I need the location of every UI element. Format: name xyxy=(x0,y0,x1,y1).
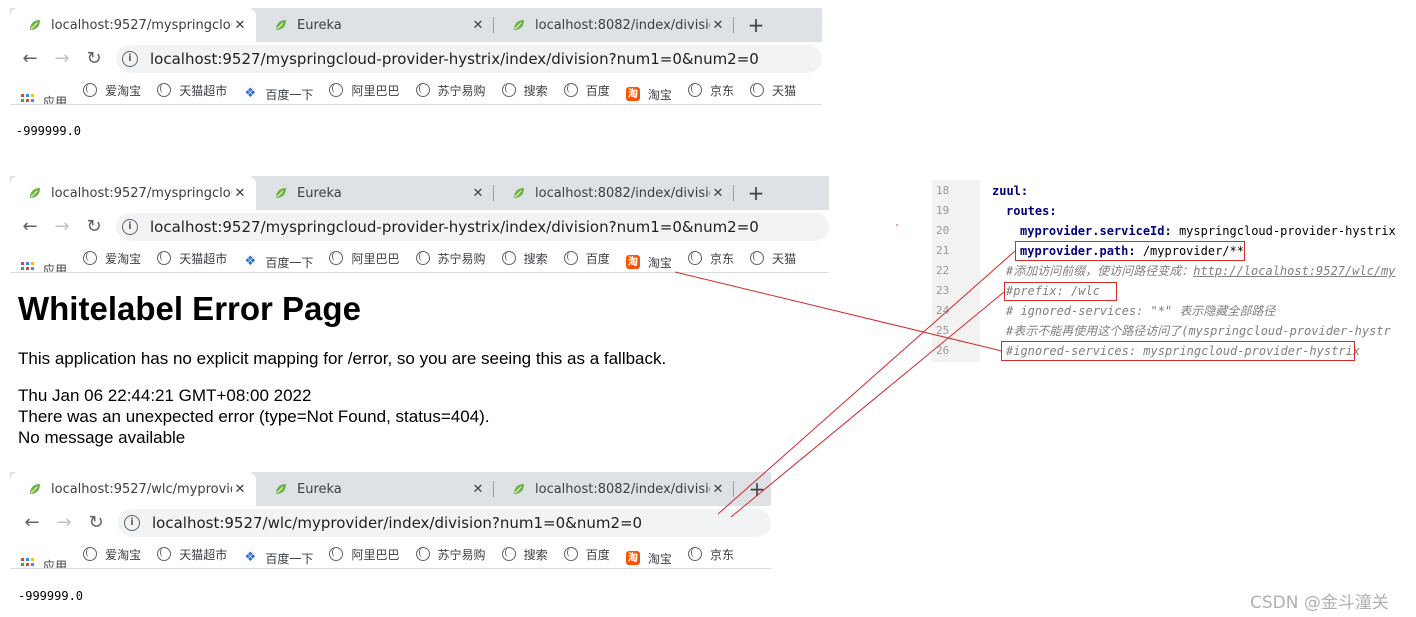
connector-line xyxy=(717,250,1016,515)
stray-dot xyxy=(896,224,898,226)
connector-line xyxy=(674,271,1003,352)
connector-line xyxy=(730,291,1005,518)
watermark: CSDN @金斗潼关 xyxy=(1250,593,1389,613)
annotation-connectors xyxy=(674,224,1016,518)
